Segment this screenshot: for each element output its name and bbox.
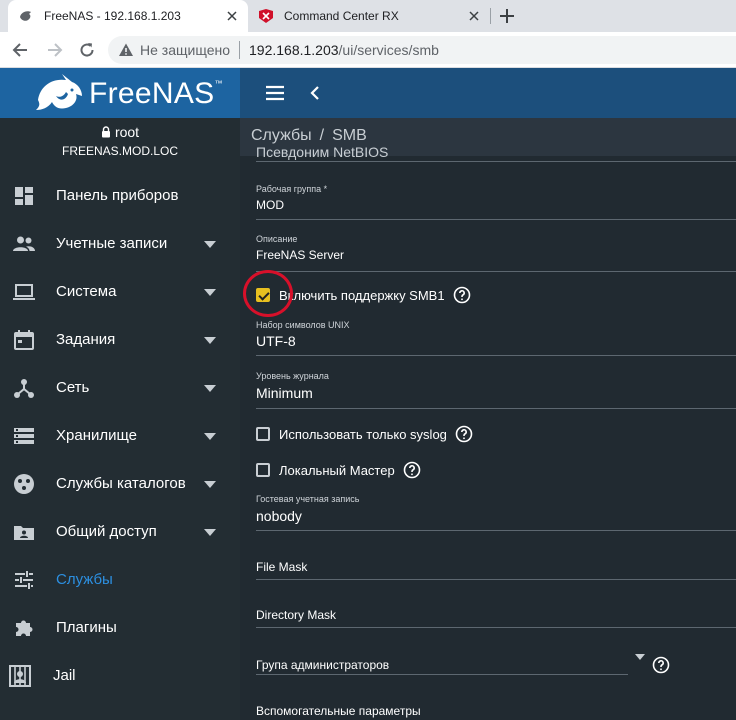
dropdown-arrow-icon[interactable] <box>635 654 645 660</box>
sidebar: root FREENAS.MOD.LOC Панель приборов Уче… <box>0 118 240 720</box>
logo-text: FreeNAS™ <box>89 77 223 110</box>
calendar-icon <box>14 330 34 350</box>
back-arrow-icon[interactable] <box>11 40 31 60</box>
admin-group-field[interactable]: Група администраторов <box>256 646 628 675</box>
chevron-left-icon[interactable] <box>308 83 322 103</box>
help-icon[interactable] <box>453 286 471 304</box>
file-mask-field[interactable]: File Mask <box>256 552 736 580</box>
sidebar-item-jail[interactable]: Jail <box>0 652 240 700</box>
sidebar-item-plugins[interactable]: Плагины <box>0 604 240 652</box>
sidebar-item-sharing[interactable]: Общий доступ <box>0 508 240 556</box>
jail-icon <box>9 665 31 687</box>
local-master-checkbox[interactable]: Локальный Мастер <box>256 459 421 481</box>
aux-params-field[interactable]: Вспомогательные параметры <box>256 696 736 720</box>
tab-freenas[interactable]: FreeNAS - 192.168.1.203 <box>8 0 248 32</box>
chevron-down-icon <box>204 241 216 248</box>
new-tab-icon[interactable] <box>497 6 517 26</box>
hostname: FREENAS.MOD.LOC <box>61 144 178 158</box>
smb1-checkbox-box[interactable] <box>256 288 270 302</box>
storage-icon <box>14 428 34 444</box>
freenas-favicon-icon <box>20 11 31 21</box>
kyocera-favicon-icon <box>259 9 273 23</box>
tune-icon <box>15 571 33 589</box>
freenas-app: FreeNAS™ root FREENAS.MOD.LOC Панель при… <box>0 68 736 720</box>
help-icon[interactable] <box>455 425 473 443</box>
description-field[interactable]: Описание FreeNAS Server <box>256 234 736 272</box>
chevron-down-icon <box>204 337 216 344</box>
browser-tabstrip: FreeNAS - 192.168.1.203 Command Center R… <box>0 0 736 32</box>
tab-command-center[interactable]: Command Center RX <box>250 0 490 32</box>
guest-account-field[interactable]: Гостевая учетная запись nobody <box>256 494 736 531</box>
syslog-only-checkbox[interactable]: Использовать только syslog <box>256 423 473 445</box>
share-icon <box>14 526 34 540</box>
tab-title: Command Center RX <box>284 9 399 23</box>
syslog-checkbox-box[interactable] <box>256 427 270 441</box>
security-label: Не защищено <box>140 42 230 58</box>
sidebar-item-accounts[interactable]: Учетные записи <box>0 220 240 268</box>
sidebar-item-network[interactable]: Сеть <box>0 364 240 412</box>
lock-icon <box>101 126 110 138</box>
address-bar[interactable]: Не защищено 192.168.1.203/ui/services/sm… <box>108 36 736 64</box>
top-bar <box>240 68 736 118</box>
close-icon[interactable] <box>466 8 482 24</box>
chevron-down-icon <box>204 481 216 488</box>
browser-toolbar: Не защищено 192.168.1.203/ui/services/sm… <box>0 32 736 68</box>
people-icon <box>13 236 35 251</box>
local-master-checkbox-box[interactable] <box>256 463 270 477</box>
warning-icon[interactable] <box>118 42 134 58</box>
enable-smb1-checkbox[interactable]: Включить поддержку SMB1 <box>256 284 471 306</box>
sidebar-item-directory-services[interactable]: Службы каталогов <box>0 460 240 508</box>
logo-bar: FreeNAS™ <box>0 68 240 118</box>
sidebar-item-storage[interactable]: Хранилище <box>0 412 240 460</box>
network-icon <box>14 379 34 398</box>
dashboard-icon <box>15 187 33 205</box>
chevron-down-icon <box>204 289 216 296</box>
freenas-shark-icon <box>36 74 82 110</box>
tab-divider <box>490 8 491 24</box>
forward-arrow-icon[interactable] <box>44 40 64 60</box>
chevron-down-icon <box>204 529 216 536</box>
address-host: 192.168.1.203 <box>249 42 339 58</box>
username: root <box>114 124 140 140</box>
netbios-alias-field[interactable]: Псевдоним NetBIOS <box>256 142 736 162</box>
hamburger-menu-icon[interactable] <box>265 83 285 103</box>
log-level-field[interactable]: Уровень журнала Minimum <box>256 371 736 409</box>
help-icon[interactable] <box>403 461 421 479</box>
sidebar-item-services[interactable]: Службы <box>0 556 240 604</box>
unix-charset-field[interactable]: Набор символов UNIX UTF-8 <box>256 320 736 356</box>
address-divider <box>239 41 240 59</box>
sidebar-item-tasks[interactable]: Задания <box>0 316 240 364</box>
sidebar-item-system[interactable]: Система <box>0 268 240 316</box>
sidebar-item-dashboard[interactable]: Панель приборов <box>0 172 240 220</box>
workgroup-field[interactable]: Рабочая группа * MOD <box>256 184 736 220</box>
main-content: Службы / SMB Псевдоним NetBIOS Рабочая гру… <box>240 118 736 720</box>
chevron-down-icon <box>204 385 216 392</box>
smb-settings-form: Псевдоним NetBIOS Рабочая группа * MOD О… <box>240 144 736 720</box>
tab-title: FreeNAS - 192.168.1.203 <box>44 9 181 23</box>
user-info: root FREENAS.MOD.LOC <box>0 118 240 170</box>
puzzle-icon <box>16 620 33 636</box>
help-icon[interactable] <box>652 656 670 674</box>
reload-icon[interactable] <box>77 40 97 60</box>
directory-icon <box>14 474 34 494</box>
address-path: /ui/services/smb <box>338 42 439 58</box>
directory-mask-field[interactable]: Directory Mask <box>256 600 736 628</box>
chevron-down-icon <box>204 433 216 440</box>
close-icon[interactable] <box>224 8 240 24</box>
laptop-icon <box>13 284 35 300</box>
